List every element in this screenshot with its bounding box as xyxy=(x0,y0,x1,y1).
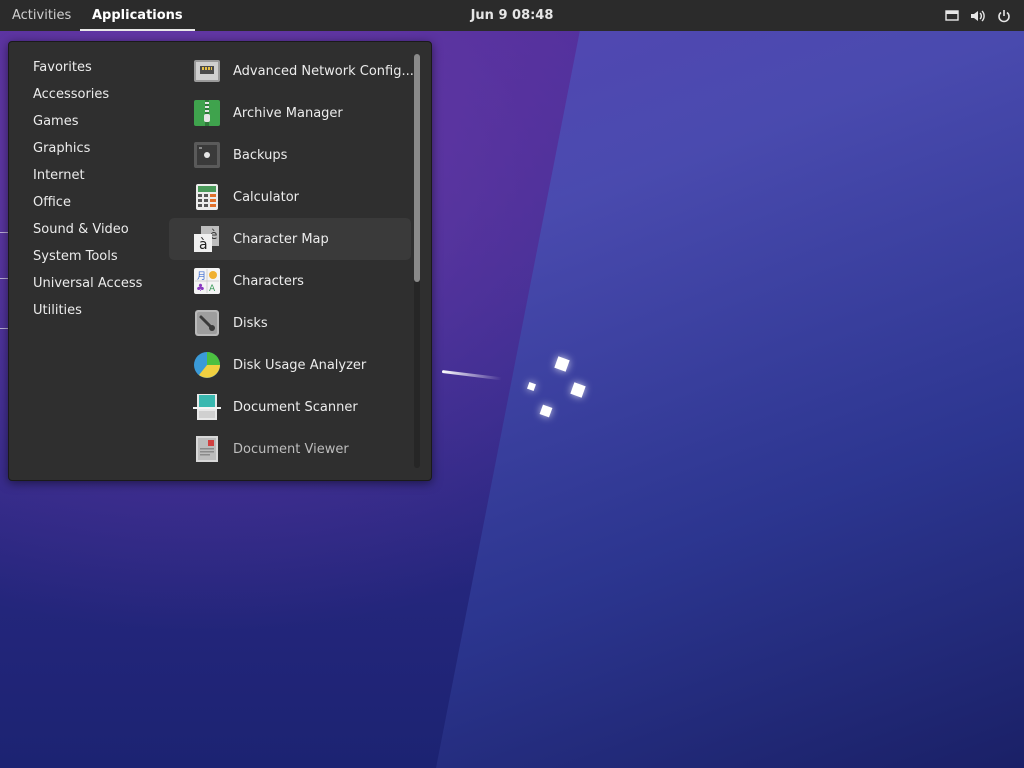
characters-icon: 月 ♣ A xyxy=(194,268,220,294)
archive-manager-icon xyxy=(194,100,220,126)
clock-label[interactable]: Jun 9 08:48 xyxy=(471,8,554,23)
category-utilities[interactable]: Utilities xyxy=(33,297,173,324)
app-label: Disk Usage Analyzer xyxy=(233,357,367,373)
app-label: Document Viewer xyxy=(233,441,349,457)
network-config-icon xyxy=(194,60,220,82)
app-character-map[interactable]: è à Character Map xyxy=(169,218,411,260)
app-label: Archive Manager xyxy=(233,105,343,121)
category-universal-access[interactable]: Universal Access xyxy=(33,270,173,297)
category-system-tools[interactable]: System Tools xyxy=(33,243,173,270)
volume-icon[interactable] xyxy=(970,8,986,24)
activities-button[interactable]: Activities xyxy=(0,0,83,31)
applications-menu: Favorites Accessories Games Graphics Int… xyxy=(8,41,432,481)
app-document-viewer[interactable]: Document Viewer xyxy=(169,428,411,470)
svg-text:A: A xyxy=(209,284,216,294)
app-archive-manager[interactable]: Archive Manager xyxy=(169,92,411,134)
app-calculator[interactable]: Calculator xyxy=(169,176,411,218)
category-list: Favorites Accessories Games Graphics Int… xyxy=(33,54,173,324)
app-label: Backups xyxy=(233,147,288,163)
svg-text:月: 月 xyxy=(197,271,206,282)
svg-text:♣: ♣ xyxy=(196,283,205,294)
category-games[interactable]: Games xyxy=(33,108,173,135)
category-favorites[interactable]: Favorites xyxy=(33,54,173,81)
applications-menu-button[interactable]: Applications xyxy=(80,0,195,31)
app-label: Characters xyxy=(233,273,304,289)
disks-icon xyxy=(195,310,219,336)
category-graphics[interactable]: Graphics xyxy=(33,135,173,162)
app-label: Disks xyxy=(233,315,268,331)
category-sound-video[interactable]: Sound & Video xyxy=(33,216,173,243)
app-document-scanner[interactable]: Document Scanner xyxy=(169,386,411,428)
system-tray[interactable] xyxy=(944,0,1012,31)
backups-icon xyxy=(194,142,220,168)
app-label: Advanced Network Config... xyxy=(233,63,414,79)
category-accessories[interactable]: Accessories xyxy=(33,81,173,108)
app-backups[interactable]: Backups xyxy=(169,134,411,176)
category-internet[interactable]: Internet xyxy=(33,162,173,189)
scrollbar-thumb[interactable] xyxy=(414,54,420,282)
top-bar: Activities Applications Jun 9 08:48 xyxy=(0,0,1024,31)
document-scanner-icon xyxy=(193,394,221,420)
disk-usage-analyzer-icon xyxy=(194,352,220,378)
app-list-scrollbar[interactable] xyxy=(414,54,420,468)
app-label: Calculator xyxy=(233,189,300,205)
app-advanced-network-config[interactable]: Advanced Network Config... xyxy=(169,50,414,92)
app-disks[interactable]: Disks xyxy=(169,302,411,344)
power-icon[interactable] xyxy=(996,8,1012,24)
app-label: Document Scanner xyxy=(233,399,358,415)
app-disk-usage-analyzer[interactable]: Disk Usage Analyzer xyxy=(169,344,411,386)
svg-text:à: à xyxy=(199,237,208,253)
character-map-icon: è à xyxy=(194,226,219,253)
wallpaper-streak xyxy=(441,370,502,381)
app-label: Character Map xyxy=(233,231,329,247)
calculator-icon xyxy=(196,184,218,210)
app-list: Advanced Network Config... Archive Manag… xyxy=(169,50,414,470)
document-viewer-icon xyxy=(196,436,218,462)
app-characters[interactable]: 月 ♣ A Characters xyxy=(169,260,411,302)
category-office[interactable]: Office xyxy=(33,189,173,216)
display-icon[interactable] xyxy=(944,8,960,24)
